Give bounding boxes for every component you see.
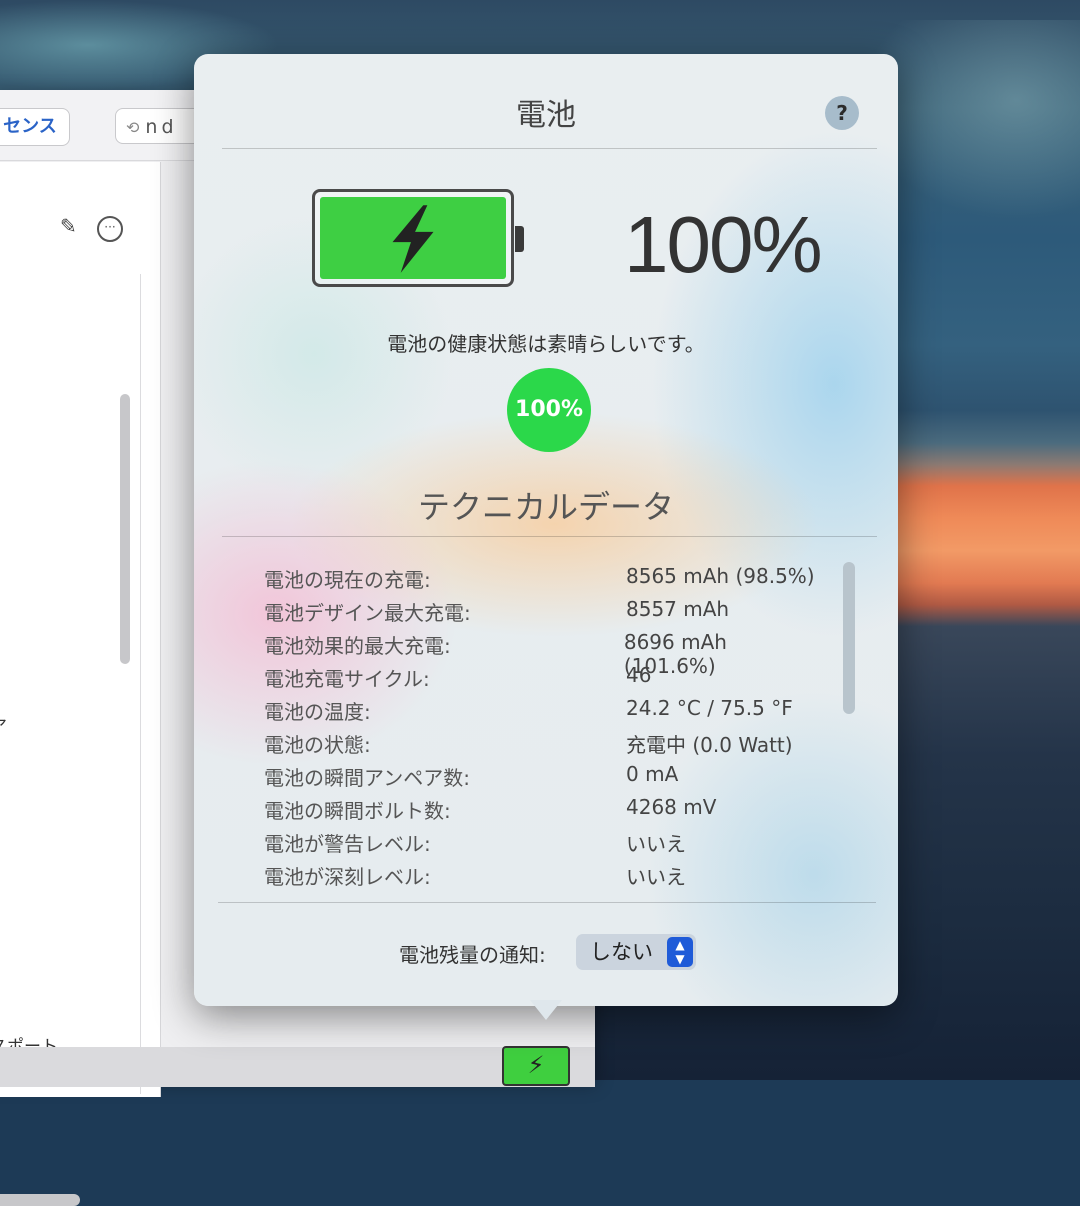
tech-data-value: 8557 mAh — [626, 597, 730, 621]
tech-data-row: 電池充電サイクル: 46 — [264, 663, 824, 696]
horizontal-scrollbar[interactable] — [0, 1194, 80, 1206]
list-item[interactable]: ア — [0, 712, 7, 737]
notify-select-value: しない — [590, 940, 653, 964]
stepper-icon[interactable]: ▲ ▼ — [667, 937, 693, 967]
tech-data-value: 充電中 (0.0 Watt) — [626, 733, 793, 757]
tech-data-row: 電池の状態: 充電中 (0.0 Watt) — [264, 729, 824, 762]
battery-percentage: 100% — [624, 200, 823, 289]
background-side-panel: ✎ ··· ア スポート — [0, 162, 161, 1206]
technical-data-list[interactable]: 電池の現在の充電: 8565 mAh (98.5%) 電池デザイン最大充電: 8557… — [264, 564, 824, 892]
tech-data-row: 電池効果的最大充電: 8696 mAh (101.6%) — [264, 630, 824, 678]
tech-data-row: 電池デザイン最大充電: 8557 mAh — [264, 597, 824, 630]
search-text: nd — [145, 116, 178, 138]
popover-title: 電池 — [516, 98, 576, 133]
notify-label: 電池残量の通知: — [399, 943, 546, 967]
tech-data-row: 電池の瞬間アンペア数: 0 mA — [264, 762, 824, 795]
more-icon[interactable]: ··· — [97, 216, 123, 242]
tech-data-label: 電池の現在の充電: — [264, 568, 431, 592]
tech-data-value: 46 — [626, 663, 652, 687]
background-list-scrollbar[interactable] — [120, 394, 130, 664]
tech-data-label: 電池が警告レベル: — [264, 832, 431, 856]
history-icon[interactable]: ⟲ — [126, 118, 139, 137]
tech-data-value: いいえ — [626, 832, 686, 856]
license-button[interactable]: センス — [0, 108, 70, 146]
tech-data-label: 電池デザイン最大充電: — [264, 601, 471, 625]
tech-data-row: 電池の瞬間ボルト数: 4268 mV — [264, 795, 824, 828]
tech-data-row: 電池の現在の充電: 8565 mAh (98.5%) — [264, 564, 824, 597]
battery-fill — [320, 197, 506, 279]
tech-data-label: 電池の瞬間ボルト数: — [264, 799, 451, 823]
divider — [222, 148, 877, 149]
tech-data-value: 0 mA — [626, 762, 679, 786]
notify-select[interactable]: しない ▲ ▼ — [576, 934, 696, 970]
technical-data-heading: テクニカルデータ — [417, 488, 674, 526]
tech-data-label: 電池の温度: — [264, 700, 371, 724]
tech-data-row: 電池が警告レベル: いいえ — [264, 828, 824, 861]
tech-data-label: 電池効果的最大充電: — [264, 634, 451, 658]
tech-data-value: いいえ — [626, 865, 686, 889]
help-icon[interactable]: ? — [825, 96, 859, 130]
technical-data-scrollbar[interactable] — [843, 562, 855, 714]
tech-data-value: 24.2 °C / 75.5 °F — [626, 696, 793, 720]
divider — [222, 536, 877, 537]
tech-data-value: 8696 mAh (101.6%) — [623, 630, 727, 678]
health-percentage-badge: 100% — [507, 368, 591, 452]
tech-data-value: 4268 mV — [626, 795, 717, 819]
health-status-message: 電池の健康状態は素晴らしいです。 — [387, 332, 705, 356]
tech-data-label: 電池が深刻レベル: — [264, 865, 431, 889]
pencil-icon[interactable]: ✎ — [60, 214, 77, 238]
menubar-battery-icon[interactable]: ⚡ — [502, 1046, 570, 1086]
tech-data-row: 電池の温度: 24.2 °C / 75.5 °F — [264, 696, 824, 729]
tech-data-label: 電池の瞬間アンペア数: — [264, 766, 470, 790]
tech-data-value: 8565 mAh (98.5%) — [626, 564, 815, 588]
tech-data-label: 電池充電サイクル: — [264, 667, 430, 691]
battery-level-indicator — [312, 189, 514, 287]
background-list[interactable]: ア スポート — [0, 274, 141, 1206]
battery-popover: 電池 ? 100% 電池の健康状態は素晴らしいです。 100% テクニカルデータ… — [194, 54, 898, 1006]
popover-arrow — [530, 1000, 562, 1020]
divider — [218, 902, 876, 903]
battery-terminal — [515, 226, 524, 252]
tech-data-row: 電池が深刻レベル: いいえ — [264, 861, 824, 892]
lightning-bolt-icon — [392, 205, 434, 273]
tech-data-label: 電池の状態: — [264, 733, 371, 757]
